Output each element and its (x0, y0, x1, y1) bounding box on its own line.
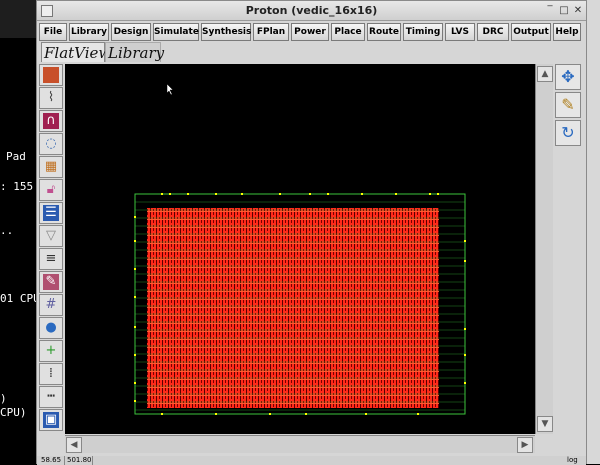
filter-icon[interactable]: ▽ (39, 225, 63, 247)
globe-icon[interactable]: ● (39, 317, 63, 339)
io-pin (187, 193, 189, 195)
minimize-icon[interactable]: ‾ (543, 4, 557, 18)
io-pin (134, 354, 136, 356)
io-pin (464, 382, 466, 384)
io-pin (169, 193, 171, 195)
mouse-pointer-icon (166, 83, 174, 96)
io-pin (327, 193, 329, 195)
vertical-scrollbar[interactable]: ▲ ▼ (535, 64, 553, 434)
io-pin (429, 193, 431, 195)
io-pin (269, 413, 271, 415)
ruler-icon[interactable]: ┅ (39, 386, 63, 408)
io-pin (134, 326, 136, 328)
menu-design[interactable]: Design (111, 23, 151, 41)
menu-library[interactable]: Library (69, 23, 109, 41)
terminal-line: : 155 (0, 180, 34, 193)
terminal-edge (586, 0, 600, 464)
io-pin (309, 193, 311, 195)
cells-icon[interactable]: ▦ (39, 156, 63, 178)
add-cell-icon[interactable]: + (39, 340, 63, 362)
scroll-right-icon[interactable]: ▶ (517, 437, 533, 453)
menu-file[interactable]: File (39, 23, 67, 41)
menu-simulate[interactable]: Simulate (153, 23, 199, 41)
io-pin (417, 413, 419, 415)
close-icon[interactable]: ✕ (571, 4, 585, 18)
terminal-line: 01 CPU (0, 292, 40, 305)
scroll-left-icon[interactable]: ◀ (66, 437, 82, 453)
io-pin (134, 382, 136, 384)
io-pin (161, 413, 163, 415)
menu-drc[interactable]: DRC (477, 23, 509, 41)
menu-route[interactable]: Route (367, 23, 401, 41)
io-pin (464, 260, 466, 262)
tab-flatview[interactable]: FlatView (41, 42, 111, 62)
list-icon[interactable]: ☰ (39, 202, 63, 224)
menu-bar: File Library Design Simulate Synthesis F… (39, 23, 585, 41)
menu-power[interactable]: Power (291, 23, 329, 41)
maximize-icon[interactable]: □ (557, 4, 571, 18)
menu-place[interactable]: Place (331, 23, 365, 41)
proton-window: Proton (vedic_16x16) ‾ □ ✕ File Library … (36, 0, 587, 465)
route-icon[interactable]: ⌇ (39, 87, 63, 109)
terminal-line: CPU) (0, 406, 27, 419)
save-icon[interactable]: ▣ (39, 409, 63, 431)
terminal-line: .. (0, 224, 14, 237)
brick-wall-icon[interactable] (39, 64, 63, 86)
window-title: Proton (vedic_16x16) (245, 4, 378, 17)
io-pin (365, 413, 367, 415)
eraser-icon[interactable]: ✎ (39, 271, 63, 293)
io-pin (134, 296, 136, 298)
io-pin (134, 216, 136, 218)
lasso-icon[interactable]: ◌ (39, 133, 63, 155)
lock-icon[interactable]: 🔓︎ (39, 179, 63, 201)
terminal-titlebar (0, 0, 36, 38)
menu-output[interactable]: Output (511, 23, 551, 41)
pan-icon[interactable]: ✥ (555, 64, 581, 90)
grid-icon[interactable]: # (39, 294, 63, 316)
terminal-line: ) (0, 392, 7, 405)
scroll-down-icon[interactable]: ▼ (537, 416, 553, 432)
refresh-icon[interactable]: ↻ (555, 120, 581, 146)
layout-view (134, 83, 466, 415)
scroll-up-icon[interactable]: ▲ (537, 66, 553, 82)
io-pin (215, 193, 217, 195)
tab-library[interactable]: Library (105, 42, 164, 62)
menu-timing[interactable]: Timing (403, 23, 443, 41)
menu-help[interactable]: Help (553, 23, 581, 41)
magnet-icon[interactable]: ∩ (39, 110, 63, 132)
io-pin (161, 193, 163, 195)
rows-icon[interactable]: ≡ (39, 248, 63, 270)
io-pin (464, 240, 466, 242)
horizontal-scrollbar[interactable]: ◀ ▶ (65, 435, 535, 453)
io-pin (279, 193, 281, 195)
menu-fplan[interactable]: FPlan (253, 23, 289, 41)
dots-icon[interactable]: ⁞ (39, 363, 63, 385)
menu-synthesis[interactable]: Synthesis (201, 23, 251, 41)
io-pin (464, 328, 466, 330)
window-titlebar[interactable]: Proton (vedic_16x16) ‾ □ ✕ (37, 1, 586, 21)
io-pin (134, 240, 136, 242)
io-pin (395, 193, 397, 195)
terminal-line: Pad (6, 150, 26, 163)
io-pin (134, 400, 136, 402)
io-pin (305, 413, 307, 415)
layout-canvas[interactable] (65, 64, 535, 434)
io-pin (361, 193, 363, 195)
io-pin (215, 413, 217, 415)
io-pin (464, 354, 466, 356)
io-pin (134, 268, 136, 270)
pencil-icon[interactable]: ✎ (555, 92, 581, 118)
io-pin (241, 193, 243, 195)
io-pin (437, 193, 439, 195)
menu-lvs[interactable]: LVS (445, 23, 475, 41)
